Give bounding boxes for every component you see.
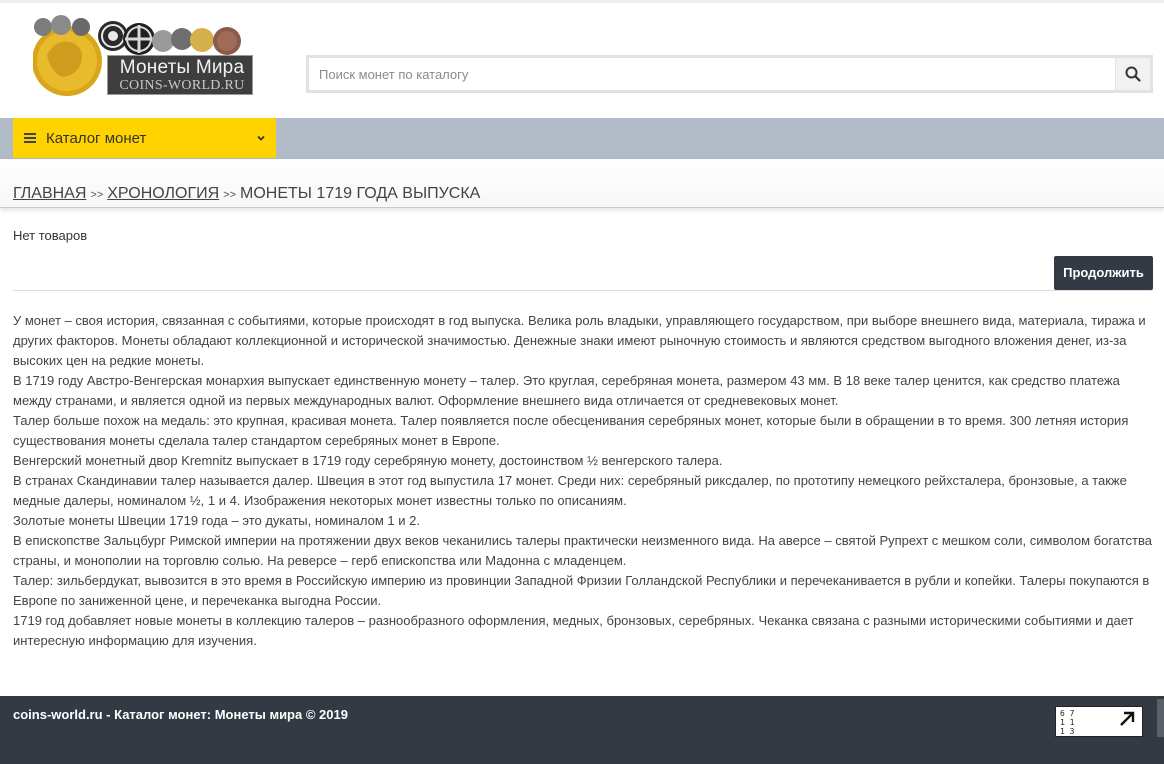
article-paragraph: В странах Скандинавии талер называется д… (13, 473, 1127, 508)
article-paragraph: Талер больше похож на медаль: это крупна… (13, 413, 1129, 448)
site-logo[interactable]: Монеты Мира COINS-WORLD.RU (33, 11, 255, 101)
catalog-menu-label: Каталог монет (46, 129, 147, 147)
main-navbar: Каталог монет (0, 118, 1164, 159)
search-bar (306, 55, 1153, 93)
catalog-menu-button[interactable]: Каталог монет (13, 118, 276, 158)
breadcrumb-bar: ГЛАВНАЯ >> ХРОНОЛОГИЯ >> МОНЕТЫ 1719 ГОДА ВЫ… (0, 160, 1164, 208)
search-button[interactable] (1115, 58, 1150, 90)
logo-title: Монеты Мира (119, 57, 245, 78)
search-input[interactable] (309, 58, 1115, 90)
site-footer: coins-world.ru - Каталог монет: Монеты м… (0, 696, 1164, 764)
logo-plate: Монеты Мира COINS-WORLD.RU (107, 55, 253, 95)
menu-icon (24, 133, 36, 143)
chevron-down-icon (257, 135, 265, 141)
breadcrumb-separator: >> (223, 189, 237, 201)
counter-digits: 6 7 1 1 1 3 (1060, 709, 1075, 736)
visit-counter-badge[interactable]: 6 7 1 1 1 3 (1055, 706, 1143, 737)
article-paragraph: Талер: зильбердукат, вывозится в это вре… (13, 573, 1150, 608)
search-icon (1125, 66, 1141, 82)
article-paragraph: 1719 год добавляет новые монеты в коллек… (13, 613, 1134, 648)
article-paragraph: Венгерский монетный двор Kremnitz выпуск… (13, 453, 723, 468)
continue-button[interactable]: Продолжить (1054, 256, 1153, 290)
article-paragraph: В епископстве Зальцбург Римской империи … (13, 533, 1152, 568)
breadcrumb-separator: >> (90, 189, 104, 201)
arrow-up-right-icon (1120, 711, 1135, 726)
breadcrumb-home[interactable]: ГЛАВНАЯ (13, 185, 86, 202)
scroll-to-top-handle[interactable] (1157, 699, 1164, 737)
logo-subtitle: COINS-WORLD.RU (119, 78, 245, 93)
content-divider (13, 290, 1153, 291)
article-paragraph: Золотые монеты Швеции 1719 года – это ду… (13, 513, 420, 528)
site-header: Монеты Мира COINS-WORLD.RU (0, 3, 1164, 118)
article-text: У монет – своя история, связанная с собы… (13, 311, 1158, 651)
breadcrumb-chronology[interactable]: ХРОНОЛОГИЯ (107, 185, 219, 202)
page-title: МОНЕТЫ 1719 ГОДА ВЫПУСКА (240, 185, 481, 202)
breadcrumb: ГЛАВНАЯ >> ХРОНОЛОГИЯ >> МОНЕТЫ 1719 ГОДА ВЫ… (13, 185, 480, 203)
empty-products-message: Нет товаров (13, 228, 88, 243)
article-paragraph: В 1719 году Австро-Венгерская монархия в… (13, 373, 1120, 408)
article-paragraph: У монет – своя история, связанная с собы… (13, 313, 1146, 368)
footer-copyright: coins-world.ru - Каталог монет: Монеты м… (13, 707, 348, 722)
